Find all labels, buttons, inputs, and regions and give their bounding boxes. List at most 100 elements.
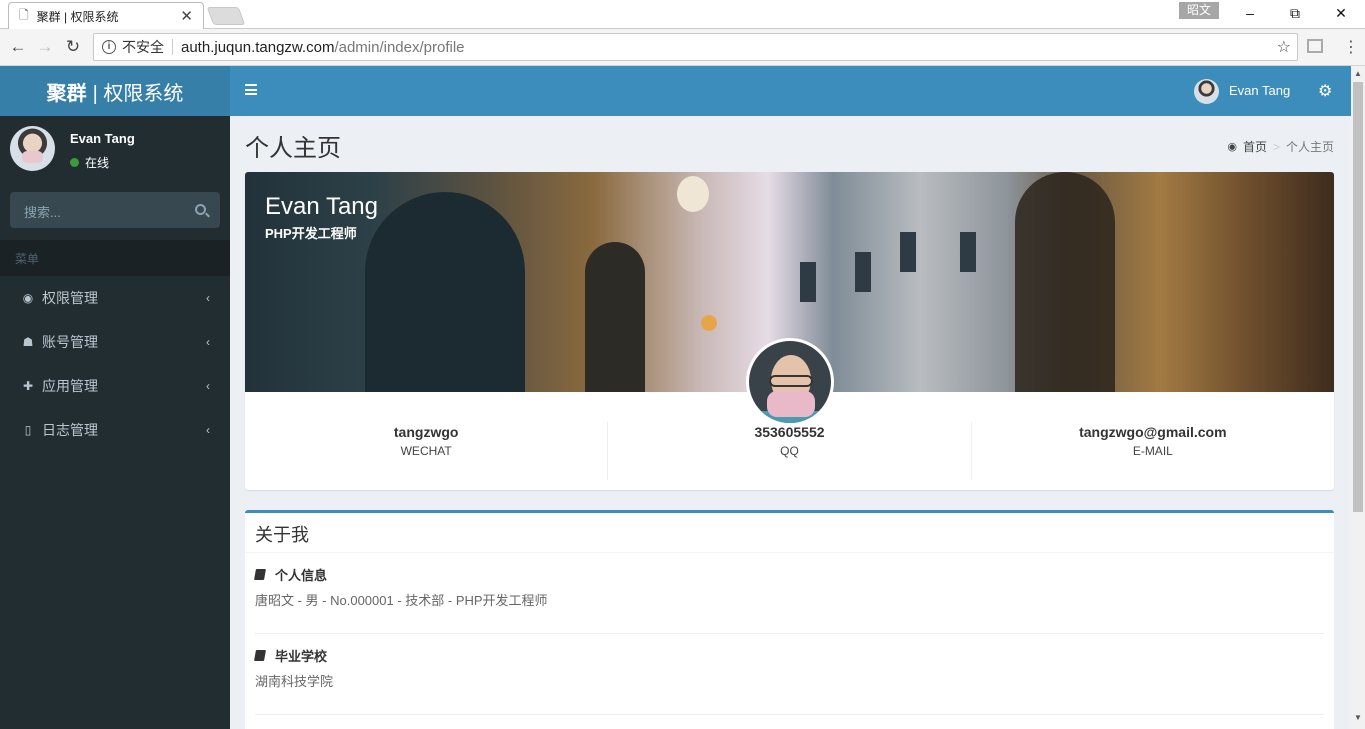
- sidebar-item-label: 应用管理: [42, 378, 98, 394]
- stat-qq: 353605552 QQ: [607, 422, 970, 480]
- app-logo[interactable]: 聚群 | 权限系统: [0, 66, 230, 116]
- new-tab-button[interactable]: [206, 7, 246, 25]
- sidebar-item-logs[interactable]: ▯ 日志管理 ‹: [0, 408, 230, 452]
- breadcrumb-home[interactable]: 首页: [1243, 138, 1267, 155]
- cover-window: [960, 232, 976, 272]
- about-section: 毕业学校 湖南科技学院: [254, 634, 1324, 715]
- user-status: 在线: [70, 154, 109, 171]
- stat-value: 353605552: [754, 424, 825, 440]
- stat-wechat: tangzwgo WECHAT: [245, 422, 607, 480]
- info-icon[interactable]: i: [102, 40, 116, 54]
- logo-bold: 聚群: [46, 82, 87, 105]
- user-status-label: 在线: [85, 156, 110, 170]
- sidebar-item-permissions[interactable]: ◉ 权限管理 ‹: [0, 276, 230, 320]
- insecure-label: 不安全: [122, 39, 164, 55]
- page-scrollbar[interactable]: ▲ ▼: [1351, 66, 1365, 729]
- reload-icon[interactable]: ↻: [63, 37, 83, 57]
- gears-icon[interactable]: ⚙: [1318, 81, 1332, 101]
- cover-window: [800, 262, 816, 302]
- avatar-glasses: [769, 375, 813, 387]
- scroll-up-icon[interactable]: ▲: [1354, 69, 1362, 78]
- users-icon: ☗: [22, 335, 34, 349]
- close-tab-icon[interactable]: ✕: [180, 7, 193, 25]
- profile-avatar: [746, 338, 834, 426]
- breadcrumb-current: 个人主页: [1285, 140, 1334, 154]
- sidebar-item-label: 日志管理: [42, 422, 98, 438]
- dashboard-icon: ◉: [1227, 141, 1237, 153]
- cover-arch: [585, 242, 645, 392]
- restore-icon[interactable]: ⧉: [1280, 3, 1310, 23]
- menu-header: 菜单: [0, 240, 230, 276]
- address-bar-row: ← → ↻ i 不安全 auth.juqun.tangzw.com/admin/…: [0, 29, 1365, 66]
- forward-icon[interactable]: →: [35, 37, 55, 57]
- search-placeholder: 搜索...: [24, 205, 61, 220]
- url-host: auth.juqun.tangzw.com: [181, 38, 335, 56]
- section-value: 湖南科技学院: [255, 674, 334, 689]
- tab-title: 聚群 | 权限系统: [36, 9, 119, 24]
- cover-arch: [365, 192, 525, 392]
- section-title-text: 个人信息: [275, 568, 328, 583]
- chevron-left-icon: ‹: [206, 291, 210, 305]
- avatar: [10, 126, 55, 171]
- chevron-left-icon: ‹: [206, 379, 210, 393]
- scroll-down-icon[interactable]: ▼: [1354, 713, 1362, 722]
- breadcrumb: ◉ 首页 > 个人主页: [1227, 138, 1334, 155]
- stat-label: WECHAT: [400, 444, 452, 458]
- section-title: 毕业学校: [254, 646, 1324, 665]
- about-section: 个人信息 唐昭文 - 男 - No.000001 - 技术部 - PHP开发工程…: [254, 553, 1324, 634]
- book-icon: [254, 569, 266, 580]
- url-input[interactable]: i 不安全 auth.juqun.tangzw.com/admin/index/…: [93, 33, 1298, 61]
- puzzle-icon: ✚: [22, 379, 34, 393]
- header-avatar[interactable]: [1194, 79, 1219, 104]
- dashboard-icon: ◉: [22, 291, 34, 305]
- cover-lamp: [677, 176, 709, 212]
- profile-stats: tangzwgo WECHAT 353605552 QQ tangzwgo@gm…: [245, 422, 1334, 480]
- section-title-text: 毕业学校: [275, 649, 328, 664]
- profile-name: Evan Tang: [265, 193, 378, 220]
- minimize-icon[interactable]: –: [1235, 3, 1265, 23]
- back-icon[interactable]: ←: [8, 37, 28, 57]
- sidebar-user-name: Evan Tang: [70, 131, 135, 146]
- sidebar-item-accounts[interactable]: ☗ 账号管理 ‹: [0, 320, 230, 364]
- page-title: 个人主页: [245, 135, 341, 162]
- cover-arch: [1015, 172, 1115, 392]
- sidebar-item-label: 账号管理: [42, 334, 98, 350]
- browser-tab[interactable]: 🗋 聚群 | 权限系统 ✕: [8, 2, 204, 29]
- bookmark-star-icon[interactable]: ☆: [1277, 37, 1291, 57]
- cover-lamp: [701, 315, 717, 331]
- sidebar-search-input[interactable]: 搜索...: [10, 192, 220, 228]
- extension-icon[interactable]: [1307, 39, 1323, 53]
- cover-window: [900, 232, 916, 272]
- file-code-icon: ▯: [24, 423, 32, 437]
- stat-value: tangzwgo@gmail.com: [1079, 424, 1227, 440]
- sidebar: 聚群 | 权限系统 Evan Tang 在线 搜索... 菜单 ◉ 权限管理 ‹ …: [0, 66, 230, 729]
- section-value: 唐昭文 - 男 - No.000001 - 技术部 - PHP开发工程师: [255, 593, 548, 608]
- header-user-name[interactable]: Evan Tang: [1229, 83, 1290, 98]
- section-title: 个人信息: [254, 565, 1324, 584]
- chevron-left-icon: ‹: [206, 335, 210, 349]
- cover-window: [855, 252, 871, 292]
- about-title: 关于我: [245, 513, 1334, 553]
- book-icon: [254, 650, 266, 661]
- url-path: /admin/index/profile: [334, 38, 465, 56]
- stat-email: tangzwgo@gmail.com E-MAIL: [970, 422, 1334, 480]
- scrollbar-thumb[interactable]: [1353, 82, 1363, 512]
- avatar-mask: [767, 391, 815, 417]
- breadcrumb-separator: >: [1272, 139, 1280, 154]
- online-dot-icon: [70, 158, 79, 167]
- document-icon: 🗋: [19, 7, 29, 22]
- stat-label: QQ: [780, 444, 799, 458]
- sidebar-item-label: 权限管理: [42, 290, 98, 306]
- browser-profile-badge[interactable]: 昭文: [1179, 2, 1219, 19]
- sidebar-item-applications[interactable]: ✚ 应用管理 ‹: [0, 364, 230, 408]
- browser-menu-icon[interactable]: ⋮: [1343, 37, 1359, 57]
- browser-tab-strip: 🗋 聚群 | 权限系统 ✕ 昭文 – ⧉ ✕: [0, 0, 1365, 29]
- menu-toggle-icon[interactable]: [245, 84, 257, 95]
- search-icon[interactable]: [195, 204, 206, 215]
- chevron-left-icon: ‹: [206, 423, 210, 437]
- stat-label: E-MAIL: [1132, 444, 1173, 458]
- close-window-icon[interactable]: ✕: [1326, 3, 1356, 23]
- stat-value: tangzwgo: [393, 424, 459, 440]
- url-separator: [172, 39, 173, 55]
- user-panel: Evan Tang 在线: [0, 116, 230, 188]
